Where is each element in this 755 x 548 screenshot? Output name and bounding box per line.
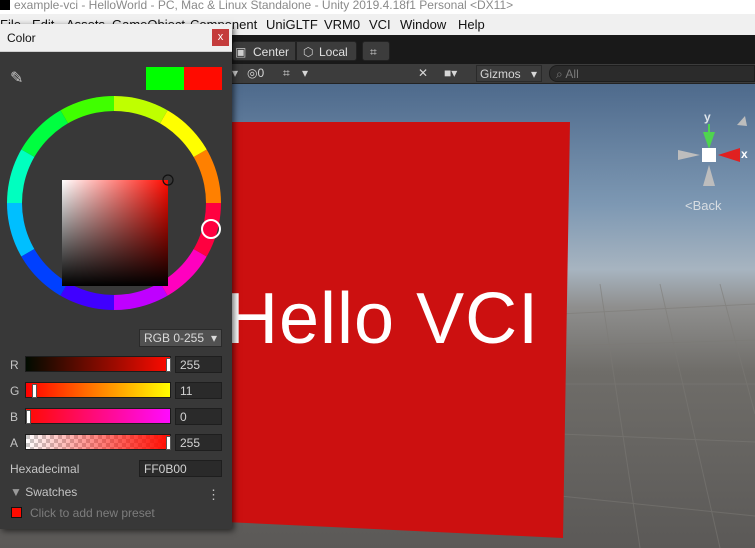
center-label: Center [253,45,290,59]
a-label: A [10,436,19,450]
gizmo-negy-arrow[interactable] [703,165,715,186]
grid-snap-button[interactable]: ⌗ [362,41,390,61]
orientation-gizmo[interactable] [678,116,747,186]
r-slider[interactable] [25,356,171,372]
gizmo-x-arrow[interactable] [718,148,740,162]
hello-vci-text: Hello VCI [226,279,540,359]
r-slider-handle[interactable] [166,358,171,372]
unity-app-icon [0,0,10,10]
pivot-local-button[interactable]: ⬡ Local [296,41,357,61]
color-window-title: Color [7,31,36,45]
eyedropper-icon[interactable]: ✎ [10,68,23,88]
gizmo-x-label: x [741,147,748,161]
cube-icon: ⬡ [303,45,314,59]
gizmos-dropdown[interactable]: Gizmos ▾ [476,65,542,82]
app-titlebar: example-vci - HelloWorld - PC, Mac & Lin… [0,0,755,14]
gizmo-back-button[interactable]: <Back [685,198,722,213]
chevron-down-icon: ▾ [210,331,217,345]
center-icon: ▣ [235,45,247,59]
swatches-menu-icon[interactable]: ⋮ [207,487,220,503]
b-slider[interactable] [25,408,171,424]
shading-dropdown[interactable]: ▾ [232,65,242,82]
back-label: Back [692,198,722,213]
menu-help[interactable]: Help [458,17,485,32]
swatches-label: Swatches [25,485,78,499]
color-wheel[interactable] [6,95,224,315]
grid-toggle-icon[interactable]: ⌗ [283,65,297,82]
b-value-field[interactable]: 0 [175,408,222,425]
current-color-preview[interactable] [184,67,222,90]
color-mode-dropdown[interactable]: RGB 0-255 ▾ [139,329,222,347]
hex-value-field[interactable]: FF0B00 [139,460,222,477]
b-label: B [10,410,19,424]
menu-vrm0[interactable]: VRM0 [324,17,360,32]
r-value-field[interactable]: 255 [175,356,222,373]
chevron-left-icon: < [685,198,693,213]
hidden-objects-toggle[interactable]: ◎0 [247,65,277,82]
hidden-count: 0 [257,66,265,80]
search-placeholder: All [565,67,579,81]
a-slider-handle[interactable] [166,436,171,450]
new-color-preview [146,67,184,90]
g-slider[interactable] [25,382,171,398]
menu-vci[interactable]: VCI [369,17,391,32]
window-title: example-vci - HelloWorld - PC, Mac & Lin… [14,0,514,12]
menu-window[interactable]: Window [400,17,446,32]
local-label: Local [319,45,348,59]
g-slider-handle[interactable] [32,384,37,398]
gizmos-label: Gizmos [480,67,521,81]
chevron-down-icon: ▾ [531,67,538,81]
grid-dropdown[interactable]: ▾ [302,65,316,82]
search-icon: ⌕ [556,67,563,81]
scene-search-input[interactable]: ⌕ All [549,65,755,82]
color-window-header[interactable]: Color x [0,24,232,52]
close-button[interactable]: x [212,29,229,46]
eye-hidden-icon: ◎ [247,66,258,80]
a-slider[interactable] [25,434,171,450]
gizmo-center-cube[interactable] [702,148,716,162]
a-value-field[interactable]: 255 [175,434,222,451]
g-label: G [10,384,20,398]
menu-unigltf[interactable]: UniGLTF [266,17,318,32]
pivot-center-button[interactable]: ▣ Center [232,41,296,61]
swatch-preset[interactable] [11,507,22,518]
color-mode-label: RGB 0-255 [144,331,205,345]
add-preset-hint[interactable]: Click to add new preset [30,506,155,520]
grid-snap-icon: ⌗ [370,45,377,59]
b-slider-handle[interactable] [26,410,31,424]
tools-icon[interactable]: ✕ [418,65,436,82]
gizmo-z-arrow[interactable] [737,116,747,126]
r-label: R [10,358,19,372]
hex-label: Hexadecimal [10,462,80,476]
g-value-field[interactable]: 11 [175,382,222,399]
foldout-arrow-icon: ▼ [10,485,22,499]
gizmo-y-label: y [704,110,711,124]
camera-icon[interactable]: ■▾ [444,65,474,82]
color-picker-window: Color x ✎ RGB 0-255 ▾ R 255 G 11 B 0 A 2… [0,24,232,529]
gizmo-negx-arrow[interactable] [678,150,700,160]
swatches-foldout[interactable]: ▼ Swatches [10,485,77,499]
ground-grid [559,283,755,548]
